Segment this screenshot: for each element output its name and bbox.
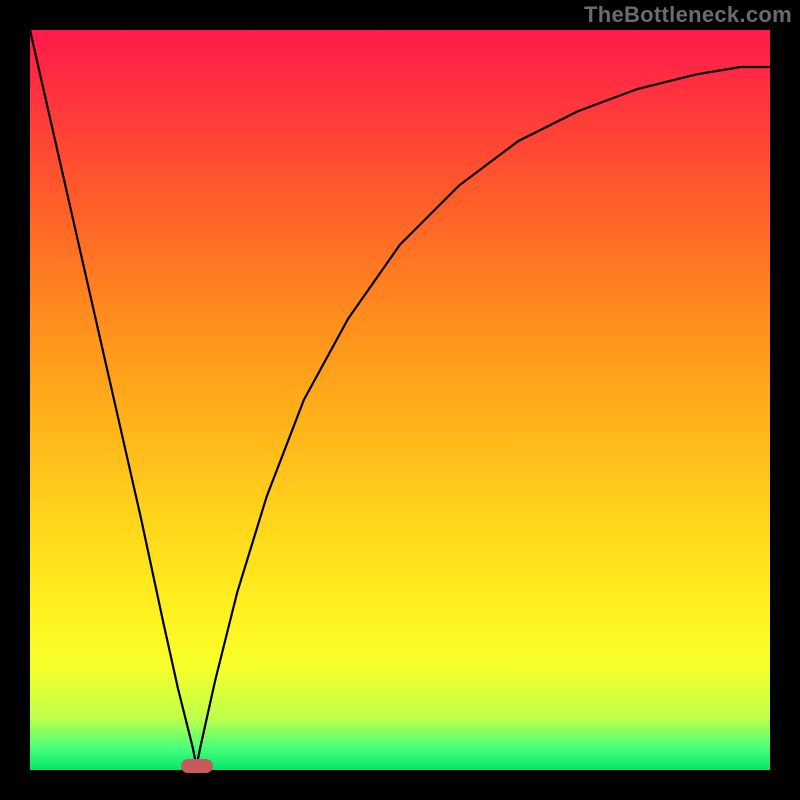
bottleneck-curve-path xyxy=(30,30,770,766)
minimum-marker xyxy=(181,759,213,773)
watermark-text: TheBottleneck.com xyxy=(584,2,792,28)
curve-svg xyxy=(30,30,770,770)
chart-container: TheBottleneck.com xyxy=(0,0,800,800)
plot-area xyxy=(30,30,770,770)
